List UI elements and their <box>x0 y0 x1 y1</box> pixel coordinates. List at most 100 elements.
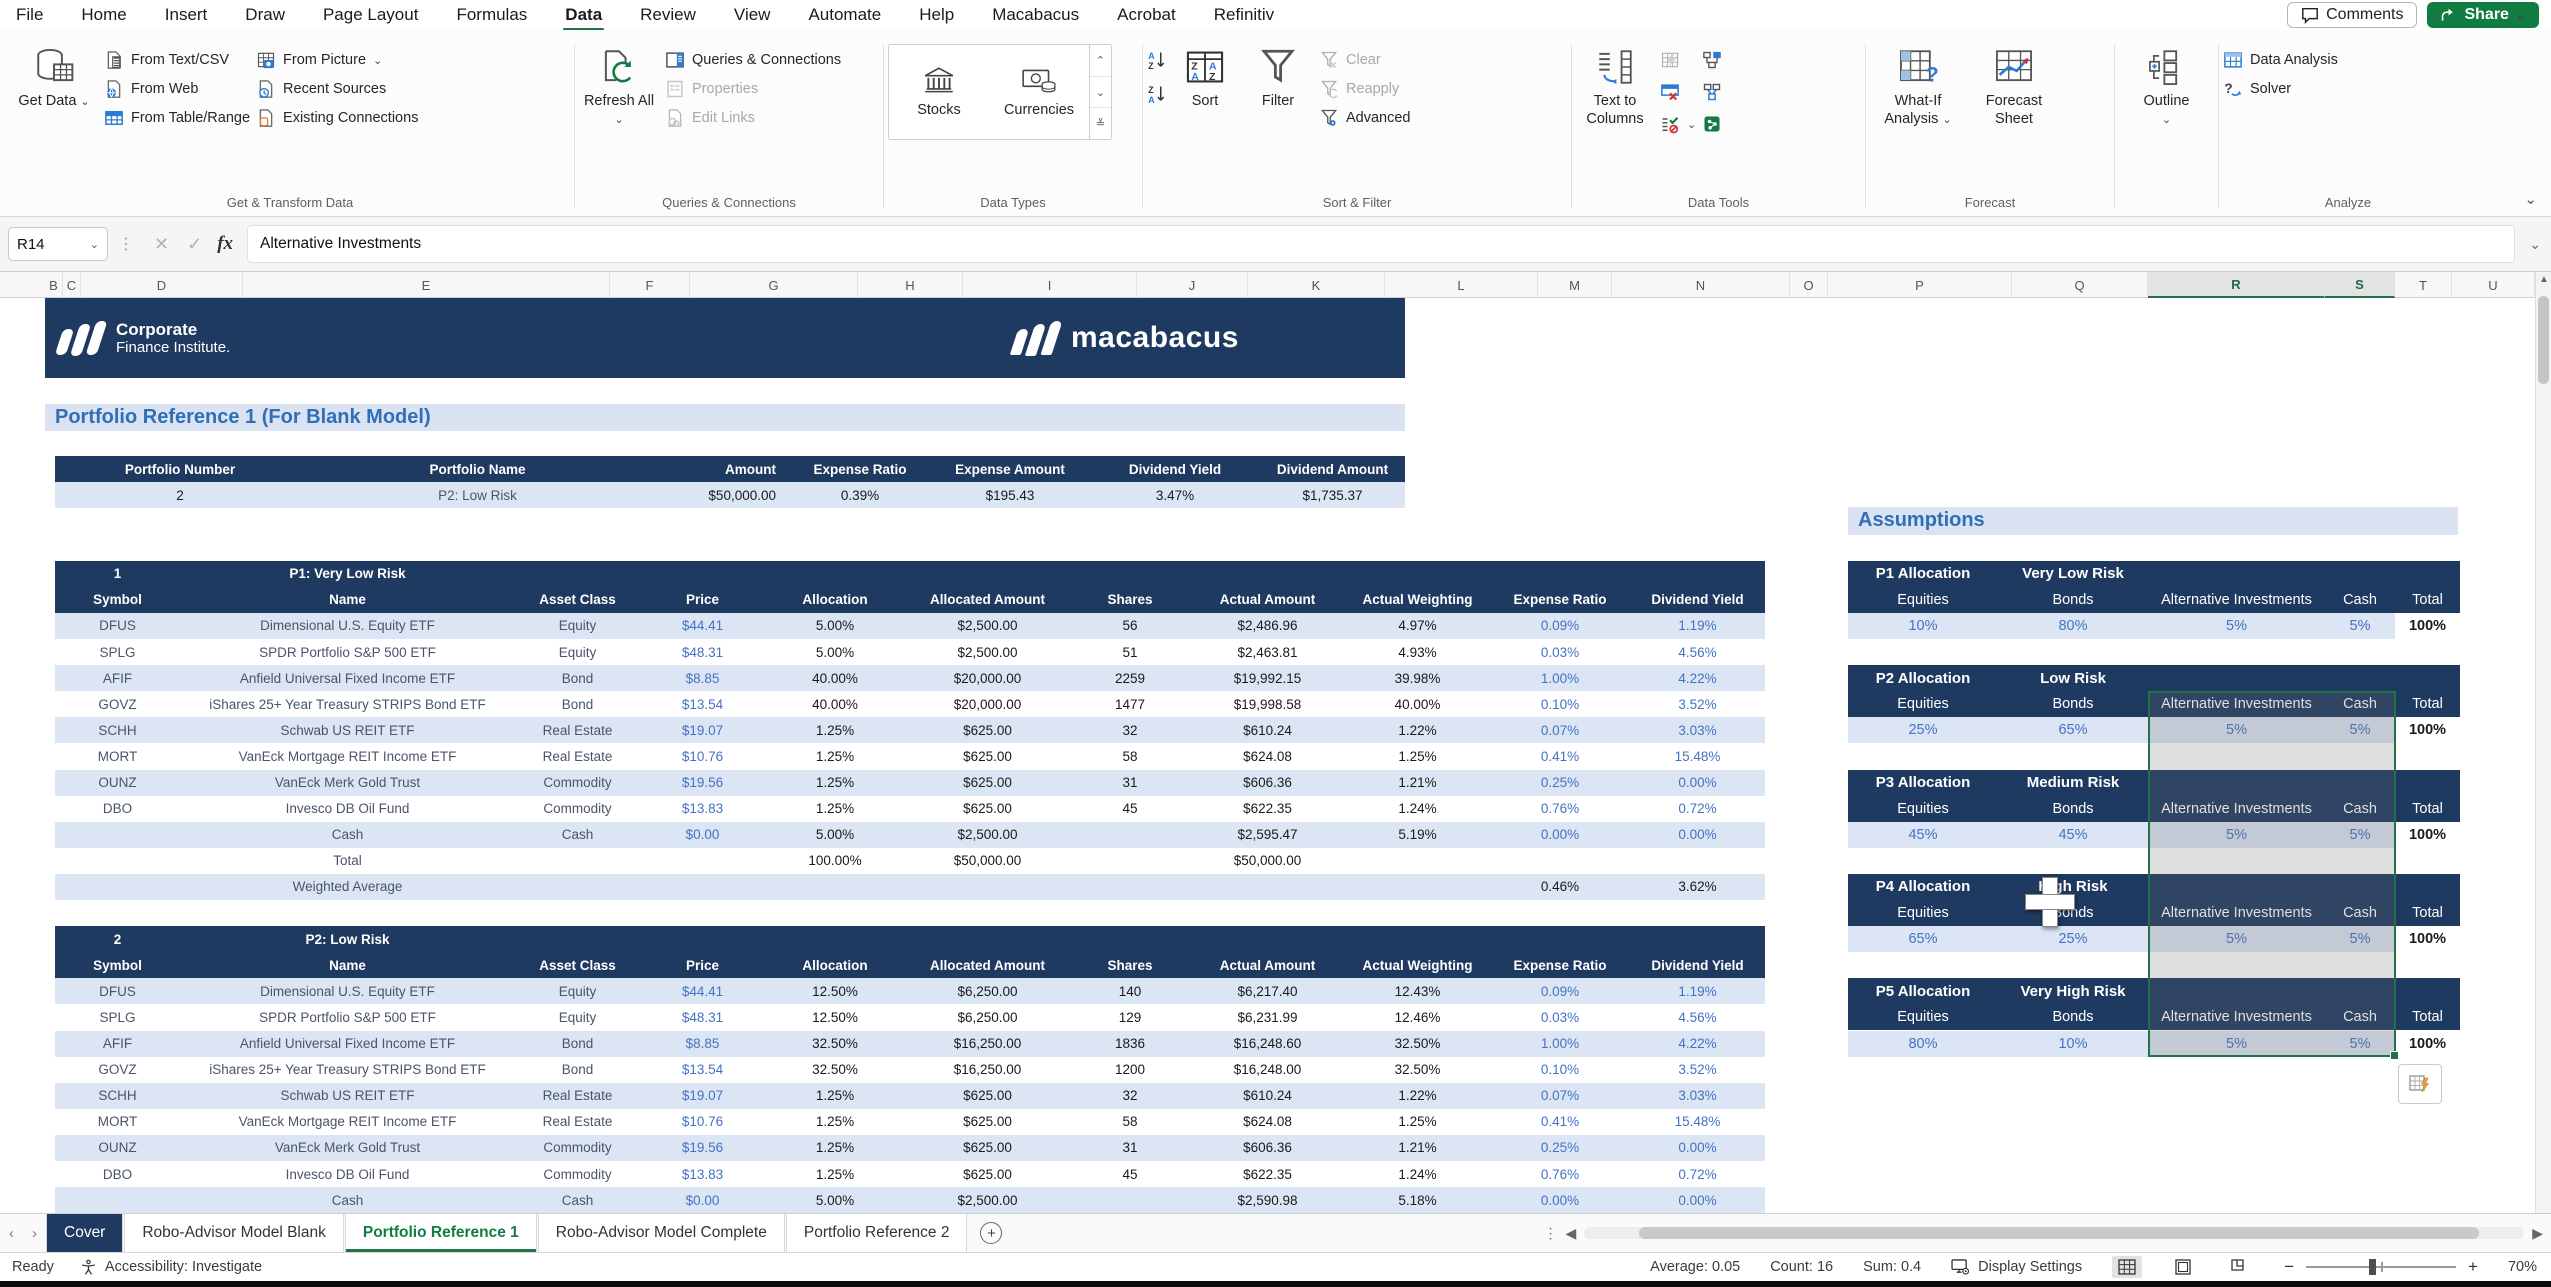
cell[interactable]: Actual Amount <box>1190 587 1345 613</box>
cell[interactable] <box>765 561 905 587</box>
cell[interactable]: MORT <box>55 1109 180 1135</box>
cell[interactable]: iShares 25+ Year Treasury STRIPS Bond ET… <box>180 691 515 717</box>
cell[interactable]: Dividend Yield <box>1090 456 1260 482</box>
queries-connections-button[interactable]: Queries & Connections <box>665 50 841 70</box>
cell[interactable]: $624.08 <box>1190 743 1345 769</box>
cell[interactable]: 1.25% <box>1345 1109 1490 1135</box>
cell[interactable]: 0.41% <box>1490 1109 1630 1135</box>
column-header-G[interactable]: G <box>690 272 858 298</box>
consolidate-button[interactable] <box>1702 82 1722 102</box>
cell[interactable]: $19.07 <box>640 717 765 743</box>
menu-item-refinitiv[interactable]: Refinitiv <box>1212 2 1276 28</box>
cell[interactable]: $48.31 <box>640 639 765 665</box>
data-analysis-button[interactable]: Data Analysis <box>2223 50 2338 70</box>
cell[interactable]: Portfolio Number <box>55 456 305 482</box>
cell[interactable]: P2: Low Risk <box>305 482 650 508</box>
sheet-nav-right-icon[interactable]: › <box>23 1214 46 1252</box>
cell[interactable]: $19,998.58 <box>1190 691 1345 717</box>
cell[interactable]: 5.00% <box>765 639 905 665</box>
cell[interactable]: 0.46% <box>1490 874 1630 900</box>
cell[interactable] <box>765 874 905 900</box>
cell[interactable]: Cash <box>2325 796 2395 822</box>
cell[interactable]: 40.00% <box>765 665 905 691</box>
cell[interactable]: $2,595.47 <box>1190 822 1345 848</box>
cell[interactable]: 0.10% <box>1490 691 1630 717</box>
outline-button[interactable]: Outline⌄ <box>2122 40 2212 128</box>
cell[interactable]: $16,250.00 <box>905 1031 1070 1057</box>
cell[interactable]: Total <box>2395 796 2460 822</box>
sheet-tab-robo-advisor-model-complete[interactable]: Robo-Advisor Model Complete <box>538 1214 785 1252</box>
cell[interactable]: Cash <box>180 1187 515 1213</box>
cell[interactable]: Expense Ratio <box>790 456 930 482</box>
cell[interactable]: Anfield Universal Fixed Income ETF <box>180 665 515 691</box>
formula-input[interactable]: Alternative Investments <box>247 225 2515 263</box>
cell[interactable]: 80% <box>1848 1031 1998 1057</box>
column-header-L[interactable]: L <box>1385 272 1538 298</box>
currencies-button[interactable]: Currencies <box>989 45 1089 139</box>
cell[interactable]: Allocation <box>765 952 905 978</box>
cell[interactable]: Total <box>180 848 515 874</box>
horizontal-scrollbar[interactable] <box>1584 1227 2524 1239</box>
cell[interactable]: GOVZ <box>55 1057 180 1083</box>
cell[interactable] <box>905 874 1070 900</box>
cell[interactable]: $622.35 <box>1190 1161 1345 1187</box>
menu-item-view[interactable]: View <box>732 2 773 28</box>
cell[interactable]: P2 Allocation <box>1848 665 1998 691</box>
cell[interactable]: Medium Risk <box>1998 770 2148 796</box>
cell[interactable] <box>2148 978 2325 1004</box>
cell[interactable]: 40.00% <box>765 691 905 717</box>
cell[interactable]: SPDR Portfolio S&P 500 ETF <box>180 1004 515 1030</box>
name-box[interactable]: R14⌄ <box>8 227 108 261</box>
cell[interactable]: Allocation <box>765 587 905 613</box>
confirm-entry-icon[interactable]: ✓ <box>187 234 202 255</box>
cell[interactable]: P2: Low Risk <box>180 926 515 952</box>
cell[interactable]: Actual Weighting <box>1345 952 1490 978</box>
cell[interactable]: $625.00 <box>905 1083 1070 1109</box>
cell[interactable]: $1,735.37 <box>1260 482 1405 508</box>
cell[interactable]: 5% <box>2325 717 2395 743</box>
sheet-tab-robo-advisor-model-blank[interactable]: Robo-Advisor Model Blank <box>124 1214 344 1252</box>
cell[interactable] <box>1490 561 1630 587</box>
zoom-out-icon[interactable]: − <box>2284 1257 2294 1277</box>
cell[interactable]: Expense Ratio <box>1490 952 1630 978</box>
status-sum[interactable]: Sum: 0.4 <box>1863 1259 1921 1275</box>
cell[interactable]: Dividend Amount <box>1260 456 1405 482</box>
cell[interactable]: 1.25% <box>765 796 905 822</box>
cell[interactable]: 0.00% <box>1630 822 1765 848</box>
cell[interactable]: 3.03% <box>1630 717 1765 743</box>
cell[interactable]: 10% <box>1998 1031 2148 1057</box>
column-header-B[interactable]: B <box>45 272 63 298</box>
cell[interactable] <box>1070 926 1190 952</box>
cell[interactable]: $625.00 <box>905 1161 1070 1187</box>
cell[interactable]: $2,486.96 <box>1190 613 1345 639</box>
cell[interactable] <box>1630 561 1765 587</box>
menu-item-insert[interactable]: Insert <box>163 2 210 28</box>
cell[interactable]: 1.19% <box>1630 613 1765 639</box>
insert-function-icon[interactable]: fx <box>217 233 233 255</box>
cell[interactable]: $2,500.00 <box>905 1187 1070 1213</box>
cell[interactable]: 31 <box>1070 1135 1190 1161</box>
cell[interactable]: 0.00% <box>1630 770 1765 796</box>
cell[interactable]: 2259 <box>1070 665 1190 691</box>
cell[interactable]: $2,500.00 <box>905 822 1070 848</box>
cell[interactable]: Actual Amount <box>1190 952 1345 978</box>
cell[interactable] <box>1345 926 1490 952</box>
manage-data-model-button[interactable] <box>1702 114 1722 134</box>
cell[interactable]: Equity <box>515 978 640 1004</box>
cell[interactable]: Alternative Investments <box>2148 796 2325 822</box>
cell[interactable]: 1.25% <box>765 717 905 743</box>
cell[interactable] <box>1070 822 1190 848</box>
cell[interactable]: 45% <box>1998 822 2148 848</box>
cell[interactable] <box>515 874 640 900</box>
cell[interactable]: 32.50% <box>1345 1057 1490 1083</box>
cell[interactable]: Dividend Yield <box>1630 587 1765 613</box>
cell[interactable]: Bond <box>515 691 640 717</box>
sheet-nav-left-icon[interactable]: ‹ <box>0 1214 23 1252</box>
cell[interactable] <box>55 822 180 848</box>
cell[interactable] <box>1345 874 1490 900</box>
advanced-filter-button[interactable]: Advanced <box>1319 108 1411 128</box>
cell[interactable]: 3.52% <box>1630 691 1765 717</box>
vertical-scrollbar[interactable]: ▲ <box>2535 272 2551 1213</box>
cell[interactable]: AFIF <box>55 665 180 691</box>
menu-item-page-layout[interactable]: Page Layout <box>321 2 420 28</box>
